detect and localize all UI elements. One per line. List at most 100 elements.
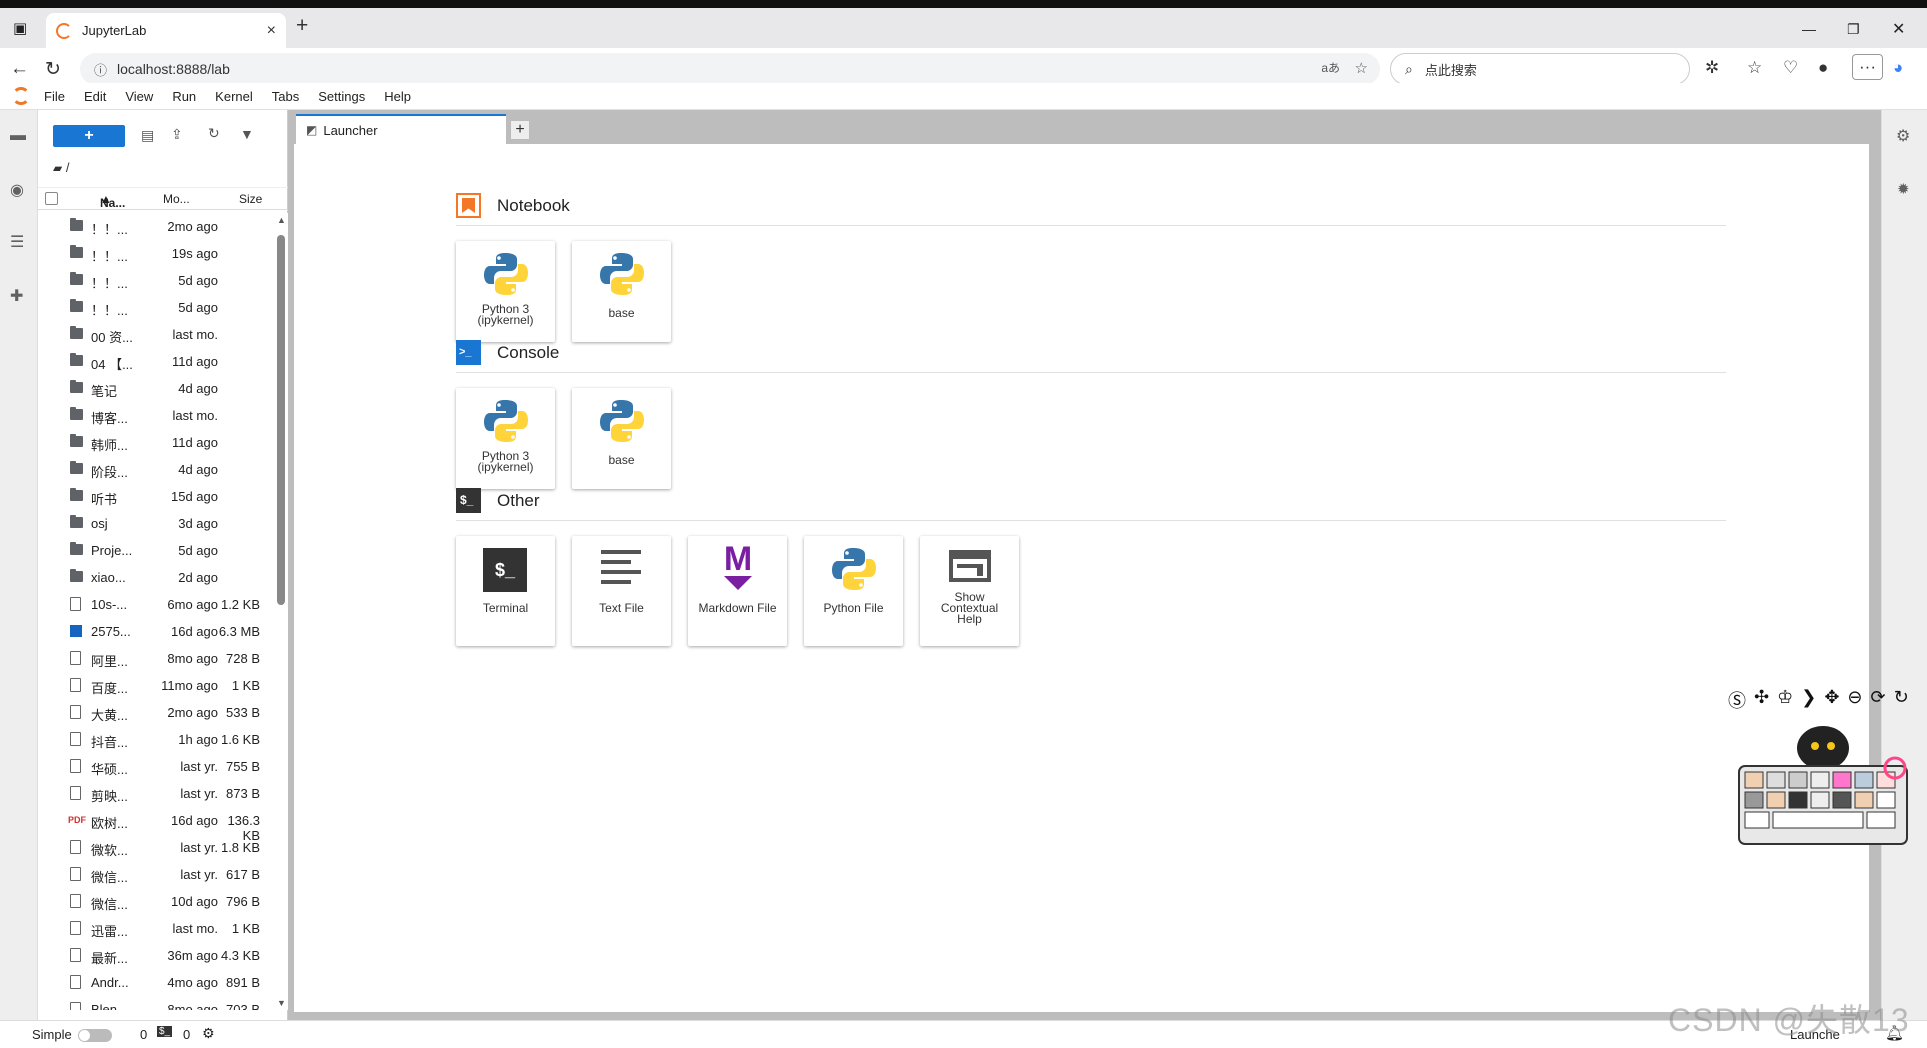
refresh-files-icon[interactable]: ↻ xyxy=(208,125,220,147)
sticker-s-icon[interactable]: Ⓢ xyxy=(1728,687,1746,713)
search-box[interactable]: ⌕ 点此搜索 xyxy=(1390,53,1690,85)
console-python3-card[interactable]: Python 3 (ipykernel) xyxy=(456,388,555,489)
profile-avatar-icon[interactable]: ● xyxy=(1818,58,1828,78)
file-row[interactable]: ！！... 5d ago xyxy=(38,267,275,294)
menu-edit[interactable]: Edit xyxy=(84,89,106,104)
debugger-icon[interactable]: ✹ xyxy=(1897,180,1910,198)
more-menu-button[interactable]: ··· xyxy=(1852,54,1883,80)
file-row[interactable]: 听书 15d ago xyxy=(38,483,275,510)
file-row[interactable]: Blen... 8mo ago 703 B xyxy=(38,996,275,1010)
file-row[interactable]: 华硕... last yr. 755 B xyxy=(38,753,275,780)
running-sessions-icon[interactable]: ◉ xyxy=(10,180,24,200)
text-file-card[interactable]: Text File xyxy=(572,536,671,646)
address-bar[interactable]: ⓘ localhost:8888/lab ☆ aあ xyxy=(80,53,1380,85)
file-row[interactable]: 大黄... 2mo ago 533 B xyxy=(38,699,275,726)
new-launcher-button[interactable]: + xyxy=(53,125,125,147)
menu-settings[interactable]: Settings xyxy=(318,89,365,104)
breadcrumb[interactable]: ▰ / xyxy=(53,160,69,175)
markdown-file-card[interactable]: M Markdown File xyxy=(688,536,787,646)
sticker-move-icon[interactable]: ✥ xyxy=(1824,687,1839,713)
menu-help[interactable]: Help xyxy=(384,89,411,104)
menu-view[interactable]: View xyxy=(125,89,153,104)
console-base-card[interactable]: base xyxy=(572,388,671,489)
filter-icon[interactable]: ▼ xyxy=(240,126,254,148)
menu-run[interactable]: Run xyxy=(172,89,196,104)
sidebar-toggle-icon[interactable]: ▣ xyxy=(13,19,27,37)
file-row[interactable]: ！！... 2mo ago xyxy=(38,213,275,240)
menu-kernel[interactable]: Kernel xyxy=(215,89,253,104)
column-name[interactable]: Na... ▲ xyxy=(100,192,125,210)
file-row[interactable]: 10s-... 6mo ago 1.2 KB xyxy=(38,591,275,618)
kernels-count[interactable]: 0 xyxy=(183,1027,190,1042)
browser-tab-jupyterlab[interactable]: JupyterLab × xyxy=(46,13,286,48)
file-row[interactable]: 抖音... 1h ago 1.6 KB xyxy=(38,726,275,753)
info-icon[interactable]: ⓘ xyxy=(94,60,107,79)
file-row[interactable]: 百度... 11mo ago 1 KB xyxy=(38,672,275,699)
favorite-icon[interactable]: ☆ xyxy=(1355,59,1368,77)
file-row[interactable]: 阿里... 8mo ago 728 B xyxy=(38,645,275,672)
add-tab-button[interactable]: + xyxy=(510,120,530,140)
scroll-up-icon[interactable]: ▲ xyxy=(277,215,286,225)
back-icon[interactable]: ← xyxy=(10,58,29,80)
notebook-base-card[interactable]: base xyxy=(572,241,671,342)
simple-mode-toggle[interactable] xyxy=(78,1029,112,1042)
select-all-checkbox[interactable] xyxy=(45,192,58,205)
file-browser-icon[interactable]: ▬ xyxy=(10,127,26,145)
restore-icon[interactable]: ❐ xyxy=(1847,21,1860,38)
menu-file[interactable]: File xyxy=(44,89,65,104)
sticker-shirt-icon[interactable]: ♔ xyxy=(1777,687,1793,713)
scroll-down-icon[interactable]: ▼ xyxy=(277,998,286,1008)
breadcrumb-path[interactable]: / xyxy=(66,160,70,175)
refresh-icon[interactable]: ↻ xyxy=(45,58,61,81)
file-row[interactable]: 迅雷... last mo. 1 KB xyxy=(38,915,275,942)
file-row[interactable]: ！！... 19s ago xyxy=(38,240,275,267)
tab-launcher[interactable]: ◩ Launcher xyxy=(296,114,506,144)
new-folder-icon[interactable]: ▤ xyxy=(141,127,154,149)
sticker-arrow-icon[interactable]: ❯ xyxy=(1801,687,1816,713)
column-modified[interactable]: Mo... xyxy=(163,192,190,206)
favorites-icon[interactable]: ☆ xyxy=(1747,58,1762,78)
file-row[interactable]: 2575... 16d ago 6.3 MB xyxy=(38,618,275,645)
file-row[interactable]: 微软... last yr. 1.8 KB xyxy=(38,834,275,861)
file-row[interactable]: 笔记 4d ago xyxy=(38,375,275,402)
close-tab-icon[interactable]: × xyxy=(267,22,276,40)
minimize-icon[interactable]: — xyxy=(1802,21,1816,37)
scrollbar-thumb[interactable] xyxy=(277,235,285,605)
table-of-contents-icon[interactable]: ☰ xyxy=(10,232,24,252)
menu-tabs[interactable]: Tabs xyxy=(272,89,299,104)
sticker-reload-icon[interactable]: ↻ xyxy=(1894,687,1909,713)
terminal-card[interactable]: $_ Terminal xyxy=(456,536,555,646)
file-row[interactable]: Andr... 4mo ago 891 B xyxy=(38,969,275,996)
column-size[interactable]: Size xyxy=(239,192,262,206)
file-row[interactable]: 00 资... last mo. xyxy=(38,321,275,348)
sticker-toolbar[interactable]: Ⓢ ✣ ♔ ❯ ✥ ⊖ ⟳ ↻ xyxy=(1728,687,1909,713)
extension-manager-icon[interactable]: ✚ xyxy=(10,286,23,306)
notebook-python3-card[interactable]: Python 3 (ipykernel) xyxy=(456,241,555,342)
copilot-icon[interactable]: ◕ xyxy=(1893,58,1903,78)
file-row[interactable]: 微信... 10d ago 796 B xyxy=(38,888,275,915)
file-row[interactable]: 04 【... 11d ago xyxy=(38,348,275,375)
file-row[interactable]: 最新... 36m ago 4.3 KB xyxy=(38,942,275,969)
sticker-minimize-icon[interactable]: ⊖ xyxy=(1847,687,1862,713)
property-inspector-icon[interactable]: ⚙ xyxy=(1896,126,1910,146)
file-row[interactable]: osj 3d ago xyxy=(38,510,275,537)
python-file-card[interactable]: Python File xyxy=(804,536,903,646)
new-tab-button[interactable]: + xyxy=(296,14,308,38)
browser-essentials-icon[interactable]: ♡ xyxy=(1783,58,1798,78)
file-row[interactable]: 韩师... 11d ago xyxy=(38,429,275,456)
read-aloud-icon[interactable]: aあ xyxy=(1321,59,1340,76)
file-row[interactable]: 剪映... last yr. 873 B xyxy=(38,780,275,807)
terminals-count[interactable]: 0 xyxy=(140,1027,147,1042)
sticker-gamepad-icon[interactable]: ✣ xyxy=(1754,687,1769,713)
extensions-icon[interactable]: ✲ xyxy=(1705,58,1719,78)
file-list-scrollbar[interactable]: ▲ ▼ xyxy=(275,213,288,1010)
file-row[interactable]: xiao... 2d ago xyxy=(38,564,275,591)
upload-icon[interactable]: ⇪ xyxy=(171,126,183,148)
file-row[interactable]: 博客... last mo. xyxy=(38,402,275,429)
file-row[interactable]: 微信... last yr. 617 B xyxy=(38,861,275,888)
file-row[interactable]: ！！... 5d ago xyxy=(38,294,275,321)
home-folder-icon[interactable]: ▰ xyxy=(53,161,62,175)
contextual-help-card[interactable]: Show Contextual Help xyxy=(920,536,1019,646)
file-row[interactable]: Proje... 5d ago xyxy=(38,537,275,564)
close-window-icon[interactable]: ✕ xyxy=(1892,19,1905,39)
